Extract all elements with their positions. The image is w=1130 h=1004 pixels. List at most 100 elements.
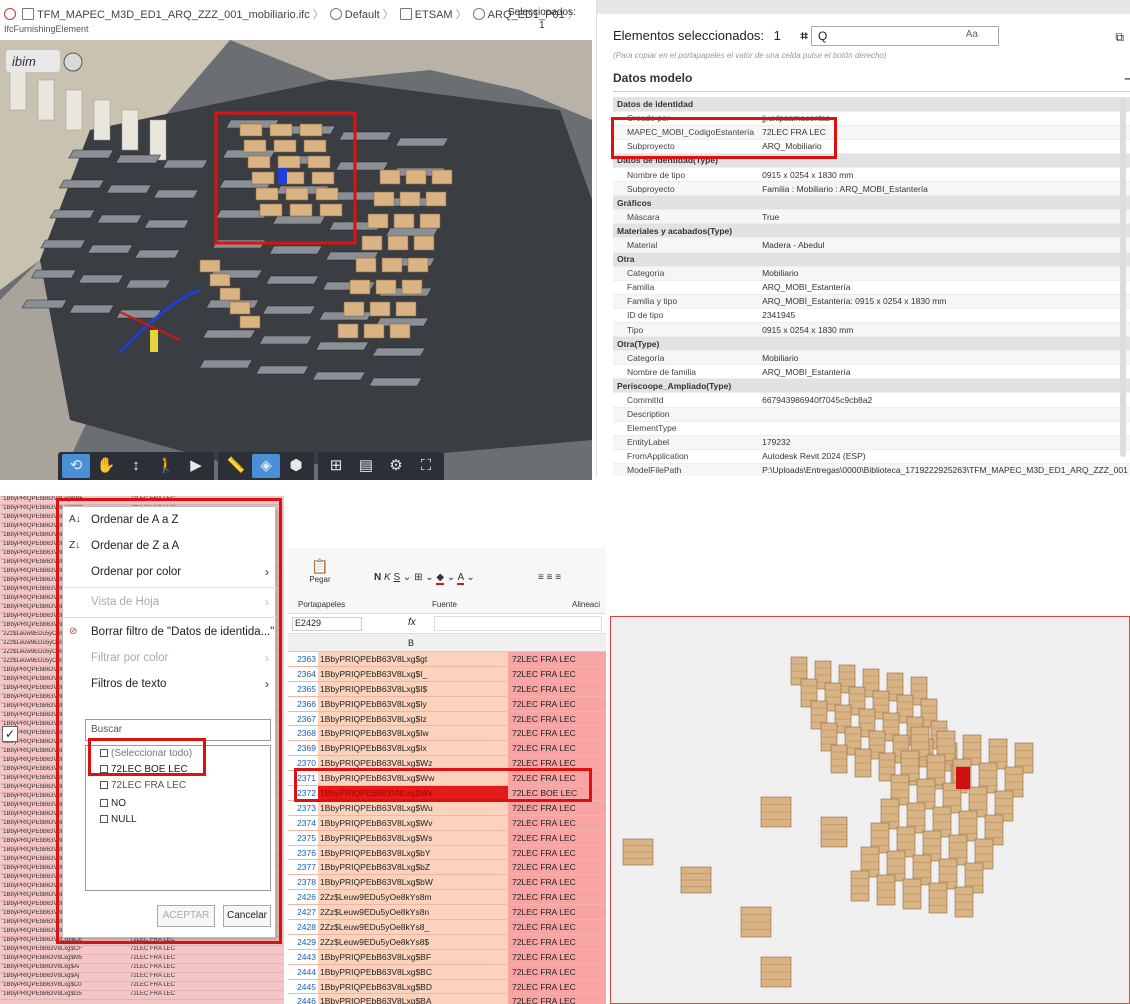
cell-guid[interactable]: 1BbyPRIQPEbB63V8Lxg$BA [318, 994, 508, 1004]
property-value[interactable] [758, 421, 1130, 436]
cell-guid[interactable]: 1BbyPRIQPEbB63V8Lxg$Iz [318, 711, 508, 726]
table-row[interactable]: 2365 1BbyPRIQPEbB63V8Lxg$I$ 72LEC FRA LEC [288, 681, 606, 697]
table-row[interactable]: 2375 1BbyPRIQPEbB63V8Lxg$Ws 72LEC FRA LEC [288, 830, 606, 846]
cell-code[interactable]: 72LEC FRA LEC [508, 949, 606, 964]
row-number[interactable]: 2444 [288, 964, 318, 979]
cell-code[interactable]: 72LEC FRA LEC [508, 994, 606, 1004]
table-row[interactable]: 2364 1BbyPRIQPEbB63V8Lxg$I_ 72LEC FRA LEC [288, 666, 606, 682]
properties-panel-icon[interactable]: ▤ [352, 454, 380, 478]
property-value[interactable]: ARQ_MOBI_Estantería [758, 364, 1130, 380]
table-row[interactable]: 2444 1BbyPRIQPEbB63V8Lxg$BC 72LEC FRA LEC [288, 964, 606, 980]
property-value[interactable]: Mobiliario [758, 350, 1130, 366]
cell-code[interactable]: 72LEC FRA LEC [508, 860, 606, 875]
cell-code[interactable]: 72LEC FRA LEC [508, 905, 606, 920]
cell-guid[interactable]: 1BbyPRIQPEbB63V8Lxg$I_ [318, 666, 508, 681]
row-number[interactable]: 2368 [288, 726, 318, 741]
cell-code[interactable]: 72LEC FRA LEC [508, 815, 606, 830]
cell-guid[interactable]: 1BbyPRIQPEbB63V8Lxg$Ix [318, 741, 508, 756]
row-number[interactable]: 2376 [288, 845, 318, 860]
table-row[interactable]: 2369 1BbyPRIQPEbB63V8Lxg$Ix 72LEC FRA LEC [288, 741, 606, 757]
property-value[interactable]: ARQ_MOBI_Estantería: 0915 x 0254 x 1830 … [758, 294, 1130, 309]
collapse-icon[interactable]: – [1124, 71, 1130, 85]
measure-ruler-icon[interactable]: 📏 [222, 454, 250, 478]
model-data-heading[interactable]: Datos modelo – [613, 71, 1130, 92]
property-section-header[interactable]: Otra [613, 252, 1130, 267]
cell-code[interactable]: 72LEC FRA LEC [508, 666, 606, 681]
fullscreen-icon[interactable]: ⛶ [412, 454, 440, 478]
table-row[interactable]: 2443 1BbyPRIQPEbB63V8Lxg$BF 72LEC FRA LEC [288, 949, 606, 965]
table-row[interactable]: 2426 2Zz$Leuw9EDu5yOe8kYs8m 72LEC FRA LEC [288, 890, 606, 906]
row-number[interactable]: 2367 [288, 711, 318, 726]
cell-guid[interactable]: 1BbyPRIQPEbB63V8Lxg$Wu [318, 800, 508, 815]
underline-button[interactable]: S [393, 572, 400, 583]
settings-gear-icon[interactable]: ⚙ [382, 454, 410, 478]
walk-person-icon[interactable]: 🚶 [152, 454, 180, 478]
cell-code[interactable]: 72LEC FRA LEC [508, 741, 606, 756]
property-section-header[interactable]: Gráficos [613, 195, 1130, 211]
cell-code[interactable]: 72LEC FRA LEC [508, 875, 606, 890]
viewer-3d-scene[interactable]: ibim [0, 0, 592, 480]
table-row[interactable]: 2377 1BbyPRIQPEbB63V8Lxg$bZ 72LEC FRA LEC [288, 860, 606, 876]
orbit-icon[interactable]: ⟲ [62, 454, 90, 478]
italic-button[interactable]: K [384, 572, 391, 583]
cell-code[interactable]: 72LEC FRA LEC [508, 652, 606, 666]
cell-guid[interactable]: 1BbyPRIQPEbB63V8Lxg$Iw [318, 726, 508, 741]
cell-guid[interactable]: 1BbyPRIQPEbB63V8Lxg$Wv [318, 815, 508, 830]
property-section-header[interactable]: Periscoope_Ampliado(Type) [613, 378, 1130, 394]
cell-guid[interactable]: 2Zz$Leuw9EDu5yOe8kYs8$ [318, 934, 508, 949]
row-number[interactable]: 2365 [288, 681, 318, 696]
cell-code[interactable]: 72LEC FRA LEC [508, 934, 606, 949]
property-value[interactable]: Mobiliario [758, 266, 1130, 281]
breadcrumb-default[interactable]: Default [345, 9, 380, 21]
cell-code[interactable]: 72LEC FRA LEC [508, 845, 606, 860]
copy-icon[interactable]: ⧉ [1115, 30, 1124, 45]
row-number[interactable]: 2427 [288, 905, 318, 920]
table-row[interactable]: 2445 1BbyPRIQPEbB63V8Lxg$BD 72LEC FRA LEC [288, 979, 606, 995]
cell-guid[interactable]: 1BbyPRIQPEbB63V8Lxg$BF [318, 949, 508, 964]
match-case-toggle[interactable]: Aa [966, 29, 978, 40]
table-row[interactable]: 2428 2Zz$Leuw9EDu5yOe8kYs8_ 72LEC FRA LEC [288, 920, 606, 935]
cell-code[interactable]: 72LEC FRA LEC [508, 890, 606, 905]
row-number[interactable]: 2443 [288, 949, 318, 964]
cell-guid[interactable]: 1BbyPRIQPEbB63V8Lxg$bZ [318, 860, 508, 875]
cell-guid[interactable]: 1BbyPRIQPEbB63V8Lxg$BD [318, 979, 508, 994]
column-b-header[interactable]: B [408, 638, 414, 648]
select-all-icon[interactable]: ⌗ [801, 28, 808, 43]
row-number[interactable]: 2378 [288, 875, 318, 890]
property-section-header[interactable]: Otra(Type) [613, 336, 1130, 352]
breadcrumb-site[interactable]: ETSAM [415, 9, 453, 21]
property-value[interactable]: Madera - Abedul [758, 237, 1130, 253]
cell-guid[interactable]: 1BbyPRIQPEbB63V8Lxg$Ws [318, 830, 508, 845]
row-number[interactable]: 2364 [288, 666, 318, 681]
row-number[interactable]: 2446 [288, 994, 318, 1004]
fill-color-button[interactable]: ◆ [436, 572, 445, 585]
row-number[interactable]: 2373 [288, 800, 318, 815]
cell-guid[interactable]: 1BbyPRIQPEbB63V8Lxg$gt [318, 652, 508, 666]
row-number[interactable]: 2366 [288, 696, 318, 711]
pan-hand-icon[interactable]: ✋ [92, 454, 120, 478]
cell-code[interactable]: 72LEC FRA LEC [508, 696, 606, 711]
property-value[interactable]: 179232 [758, 435, 1130, 450]
row-number[interactable]: 2374 [288, 815, 318, 830]
cell-guid[interactable]: 1BbyPRIQPEbB63V8Lxg$Iy [318, 696, 508, 711]
cube-icon[interactable]: ⬢ [282, 454, 310, 478]
bold-button[interactable]: N [374, 572, 381, 583]
property-value[interactable]: 667943986940f7045c9cb8a2 [758, 392, 1130, 408]
cell-guid[interactable]: 2Zz$Leuw9EDu5yOe8kYs8_ [318, 920, 508, 934]
fx-icon[interactable]: fx [408, 617, 416, 628]
table-row[interactable]: 2363 1BbyPRIQPEbB63V8Lxg$gt 72LEC FRA LEC [288, 652, 606, 667]
property-value[interactable]: ARQ_MOBI_Estantería [758, 280, 1130, 295]
section-plane-icon[interactable]: ◈ [252, 454, 280, 478]
breadcrumb-file[interactable]: TFM_MAPEC_M3D_ED1_ARQ_ZZZ_001_mobiliario… [37, 9, 310, 21]
table-row[interactable]: 2374 1BbyPRIQPEbB63V8Lxg$Wv 72LEC FRA LEC [288, 815, 606, 831]
row-number[interactable]: 2429 [288, 934, 318, 949]
cell-guid[interactable]: 2Zz$Leuw9EDu5yOe8kYs8m [318, 890, 508, 905]
row-number[interactable]: 2445 [288, 979, 318, 994]
font-color-button[interactable]: A [457, 572, 464, 585]
formula-input[interactable] [434, 616, 602, 631]
property-value[interactable]: 0915 x 0254 x 1830 mm [758, 322, 1130, 338]
tree-structure-icon[interactable]: ⊞ [322, 454, 350, 478]
property-section-header[interactable]: Datos de identidad [613, 97, 1130, 112]
properties-search-input[interactable]: Q Aa [811, 26, 999, 46]
cell-code[interactable]: 72LEC FRA LEC [508, 711, 606, 726]
